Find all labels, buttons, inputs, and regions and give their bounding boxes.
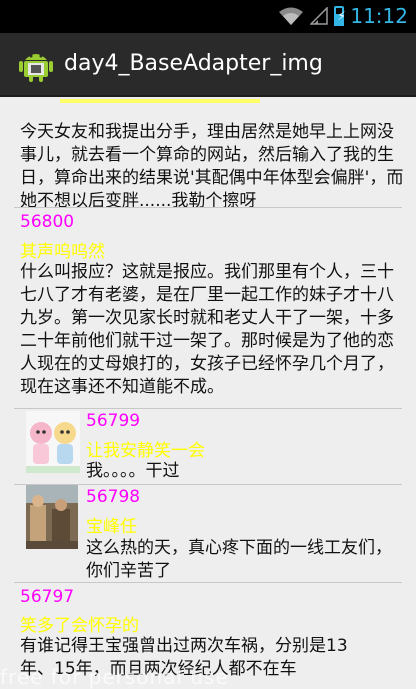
item-body: 我。。。。干过 bbox=[86, 461, 180, 481]
wifi-icon bbox=[279, 7, 304, 25]
cartoon-thumbnail bbox=[26, 411, 80, 473]
item-title: 笑多了会怀孕的 bbox=[20, 616, 139, 636]
battery-charging-icon: ⚡ bbox=[334, 6, 346, 26]
watermark: free for personal use bbox=[0, 665, 229, 689]
android-icon[interactable] bbox=[18, 47, 54, 83]
list-item[interactable]: 56800 其声呜呜然 什么叫报应？这就是报应。我们那里有个人，三十七八了才有老… bbox=[0, 208, 416, 408]
status-bar: ⚡ 11:12 bbox=[0, 0, 416, 33]
list-item[interactable]: 56798 宝峰任 这么热的天，真心疼下面的一线工友们，你们辛苦了 bbox=[0, 485, 416, 582]
item-body: 今天女友和我提出分手，理由居然是她早上上网没事儿，就去看一个算命的网站，然后输入… bbox=[20, 122, 404, 211]
clipped-title-remnant bbox=[60, 99, 260, 103]
status-icons: ⚡ 11:12 bbox=[278, 4, 408, 28]
action-bar: day4_BaseAdapter_img bbox=[0, 33, 416, 97]
list-item[interactable]: 今天女友和我提出分手，理由居然是她早上上网没事儿，就去看一个算命的网站，然后输入… bbox=[0, 97, 416, 211]
item-title: 宝峰任 bbox=[86, 517, 137, 537]
clock: 11:12 bbox=[350, 4, 408, 28]
item-title: 其声呜呜然 bbox=[20, 242, 105, 262]
item-body: 什么叫报应？这就是报应。我们那里有个人，三十七八了才有老婆，是在厂里一起工作的妹… bbox=[20, 262, 394, 397]
item-id: 56798 bbox=[86, 487, 141, 507]
signal-icon bbox=[310, 7, 329, 25]
item-id: 56797 bbox=[20, 587, 75, 607]
list-item[interactable]: 56799 让我安静笑一会 我。。。。干过 bbox=[0, 409, 416, 484]
app-title: day4_BaseAdapter_img bbox=[64, 51, 323, 76]
workers-photo-thumbnail bbox=[26, 485, 78, 549]
item-body: 这么热的天，真心疼下面的一线工友们，你们辛苦了 bbox=[86, 538, 392, 581]
item-id: 56799 bbox=[86, 411, 141, 431]
item-id: 56800 bbox=[20, 212, 75, 232]
item-title: 让我安静笑一会 bbox=[86, 441, 205, 461]
joke-list[interactable]: 今天女友和我提出分手，理由居然是她早上上网没事儿，就去看一个算命的网站，然后输入… bbox=[0, 97, 416, 683]
